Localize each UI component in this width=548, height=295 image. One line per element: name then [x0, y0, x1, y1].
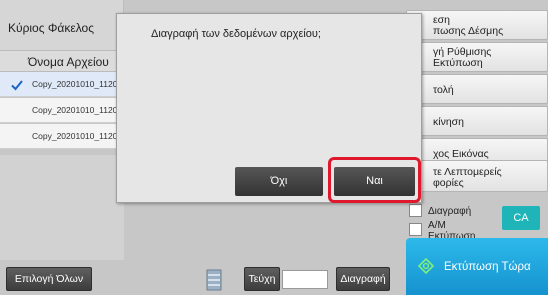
checkmark-icon [11, 78, 23, 91]
details-button[interactable]: τε Λεπτομερείς φορίες [406, 160, 548, 192]
paper-stack-icon [206, 266, 222, 292]
delete-checkbox[interactable] [409, 204, 422, 217]
file-name: Copy_20201010_11203 [32, 105, 123, 115]
no-button[interactable]: Όχι [235, 167, 323, 196]
print-settings-label: γή Ρύθμισης Εκτύπωση [433, 46, 492, 69]
delete-confirm-dialog: Διαγραφή των δεδομένων αρχείου; Όχι Ναι [116, 13, 422, 203]
print-now-button[interactable]: Εκτύπωση Τώρα [406, 238, 548, 295]
file-name: Copy_20201010_11203 [32, 131, 123, 141]
file-name-column-header[interactable]: Όνομα Αρχείου [0, 50, 124, 72]
start-diamond-icon [417, 257, 435, 275]
column-header-label: Όνομα Αρχείου [28, 55, 109, 69]
send-label: τολή [433, 84, 454, 96]
batch-print-label: εση πωσης Δέσμης [433, 14, 504, 37]
copies-button[interactable]: Τεύχη [244, 267, 280, 291]
delete-checkbox-label: Διαγραφή [428, 206, 472, 217]
copies-input[interactable] [282, 270, 328, 289]
ca-button[interactable]: CA [502, 206, 540, 230]
batch-print-button[interactable]: εση πωσης Δέσμης [406, 10, 548, 40]
print-settings-button[interactable]: γή Ρύθμισης Εκτύπωση [406, 42, 548, 72]
select-all-button[interactable]: Επιλογή Όλων [6, 267, 92, 291]
file-row-2[interactable]: Copy_20201010_11203 [0, 98, 124, 123]
folder-title-bar: Κύριος Φάκελος [0, 0, 124, 50]
file-row-3[interactable]: Copy_20201010_11203 [0, 124, 124, 149]
file-name: Copy_20201010_11203 [32, 79, 123, 89]
details-label: τε Λεπτομερείς φορίες [433, 166, 502, 189]
file-row-1[interactable]: Copy_20201010_11203 [0, 72, 124, 97]
dialog-message: Διαγραφή των δεδομένων αρχείου; [151, 28, 321, 40]
delete-button[interactable]: Διαγραφή [336, 267, 390, 291]
am-print-checkbox[interactable] [409, 223, 422, 236]
file-list-empty-area [0, 155, 124, 260]
move-label: κίνηση [433, 116, 464, 128]
bottom-bar: Επιλογή Όλων Τεύχη Διαγραφή [0, 262, 406, 295]
print-now-label: Εκτύπωση Τώρα [444, 261, 531, 273]
folder-title: Κύριος Φάκελος [8, 21, 94, 35]
move-button[interactable]: κίνηση [406, 106, 548, 136]
image-check-label: χος Εικόνας [433, 148, 489, 160]
send-button[interactable]: τολή [406, 74, 548, 104]
yes-button-highlight [328, 157, 421, 203]
screen: Κύριος Φάκελος Όνομα Αρχείου Copy_202010… [0, 0, 548, 295]
